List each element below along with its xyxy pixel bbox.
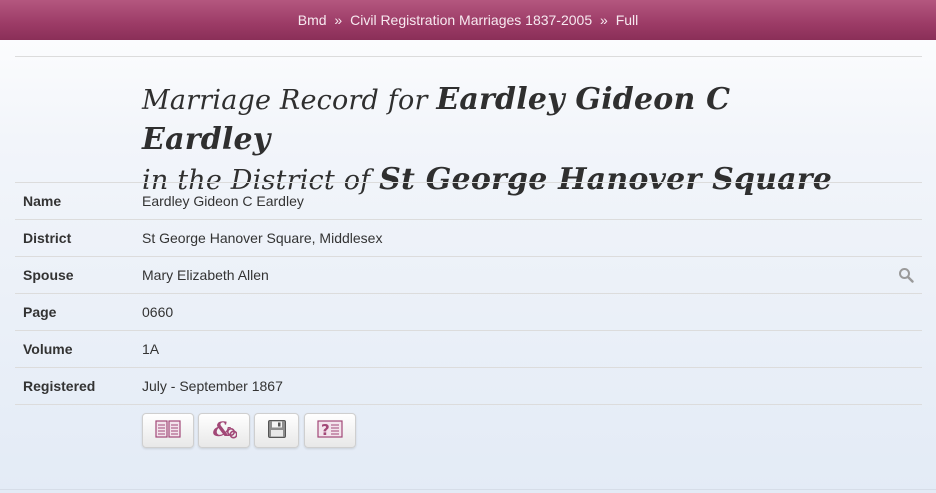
link-spouse-icon: &: [211, 417, 238, 443]
save-button[interactable]: [254, 413, 299, 448]
table-row: Name Eardley Gideon C Eardley: [15, 183, 922, 220]
row-value: Mary Elizabeth Allen: [142, 267, 269, 283]
view-record-icon: [155, 419, 181, 442]
record-table: Name Eardley Gideon C Eardley District S…: [15, 182, 922, 405]
table-row: District St George Hanover Square, Middl…: [15, 220, 922, 257]
breadcrumb-separator: »: [334, 12, 343, 28]
footer-divider: [0, 489, 936, 490]
breadcrumb-bar: Bmd » Civil Registration Marriages 1837-…: [0, 0, 936, 40]
divider: [15, 56, 922, 57]
row-label: Name: [23, 193, 62, 209]
svg-text:&: &: [213, 418, 231, 440]
row-label: District: [23, 230, 72, 246]
save-icon: [267, 419, 287, 442]
row-value: 0660: [142, 304, 174, 320]
help-record-icon: ?: [317, 419, 343, 442]
link-spouse-button[interactable]: &: [198, 413, 250, 448]
row-label: Volume: [23, 341, 73, 357]
row-value: 1A: [142, 341, 160, 357]
row-label: Registered: [23, 378, 96, 394]
search-icon[interactable]: [898, 267, 914, 283]
breadcrumb-separator: »: [600, 12, 608, 28]
title-prefix: Marriage Record for: [142, 85, 428, 116]
table-row: Volume 1A: [15, 331, 922, 368]
row-label: Page: [23, 304, 57, 320]
svg-text:?: ?: [321, 421, 330, 439]
table-row: Registered July - September 1867: [15, 368, 922, 405]
row-label: Spouse: [23, 267, 74, 283]
breadcrumb-current: Full: [615, 12, 639, 28]
table-row: Spouse Mary Elizabeth Allen: [15, 257, 922, 294]
row-value: St George Hanover Square, Middlesex: [142, 230, 383, 246]
row-value: Eardley Gideon C Eardley: [142, 193, 304, 209]
breadcrumb-root-link[interactable]: Bmd: [298, 12, 327, 28]
table-row: Page 0660: [15, 294, 922, 331]
help-record-button[interactable]: ?: [304, 413, 356, 448]
breadcrumb-section-link[interactable]: Civil Registration Marriages 1837-2005: [350, 12, 592, 28]
row-value: July - September 1867: [142, 378, 283, 394]
view-record-button[interactable]: [142, 413, 194, 448]
